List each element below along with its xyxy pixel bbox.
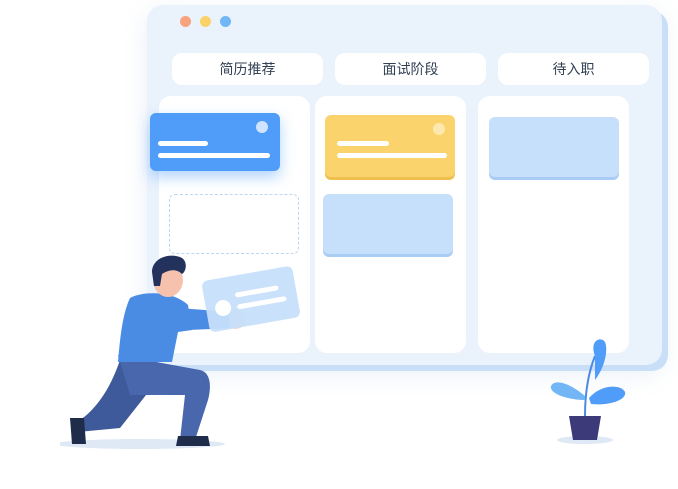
card-text-line <box>158 141 208 146</box>
card-text-line <box>337 141 389 146</box>
card-text-line <box>158 153 270 158</box>
front-shoe <box>176 436 210 446</box>
dragged-candidate-card <box>150 113 280 171</box>
column-header-label: 面试阶段 <box>382 62 439 78</box>
column-header-label: 简历推荐 <box>219 62 276 78</box>
plant-leaf <box>550 382 585 400</box>
back-shoe <box>70 418 86 444</box>
plant-leaf <box>589 386 626 405</box>
column-onboarding <box>478 96 629 353</box>
column-header-onboarding: 待入职 <box>498 53 649 85</box>
maximize-dot <box>220 16 231 27</box>
close-dot <box>180 16 191 27</box>
torso <box>118 293 192 362</box>
candidate-card <box>325 115 455 177</box>
plant-pot <box>569 416 601 440</box>
held-card <box>202 266 300 332</box>
person-illustration <box>60 255 300 449</box>
card-avatar-dot <box>256 121 268 133</box>
column-header-interview: 面试阶段 <box>335 53 486 85</box>
minimize-dot <box>200 16 211 27</box>
card-text-line <box>337 153 447 158</box>
drop-placeholder <box>169 194 299 254</box>
kanban-illustration: 简历推荐 面试阶段 待入职 <box>0 0 678 489</box>
column-header-label: 待入职 <box>552 62 595 78</box>
column-header-recommended: 简历推荐 <box>172 53 323 85</box>
card-avatar-dot <box>433 123 445 135</box>
candidate-card <box>489 117 619 177</box>
plant-leaf <box>593 339 607 380</box>
candidate-card <box>323 194 453 254</box>
plant-stem <box>584 355 596 417</box>
potted-plant-illustration <box>550 339 626 444</box>
window-controls <box>180 16 231 27</box>
column-interview <box>315 96 466 353</box>
